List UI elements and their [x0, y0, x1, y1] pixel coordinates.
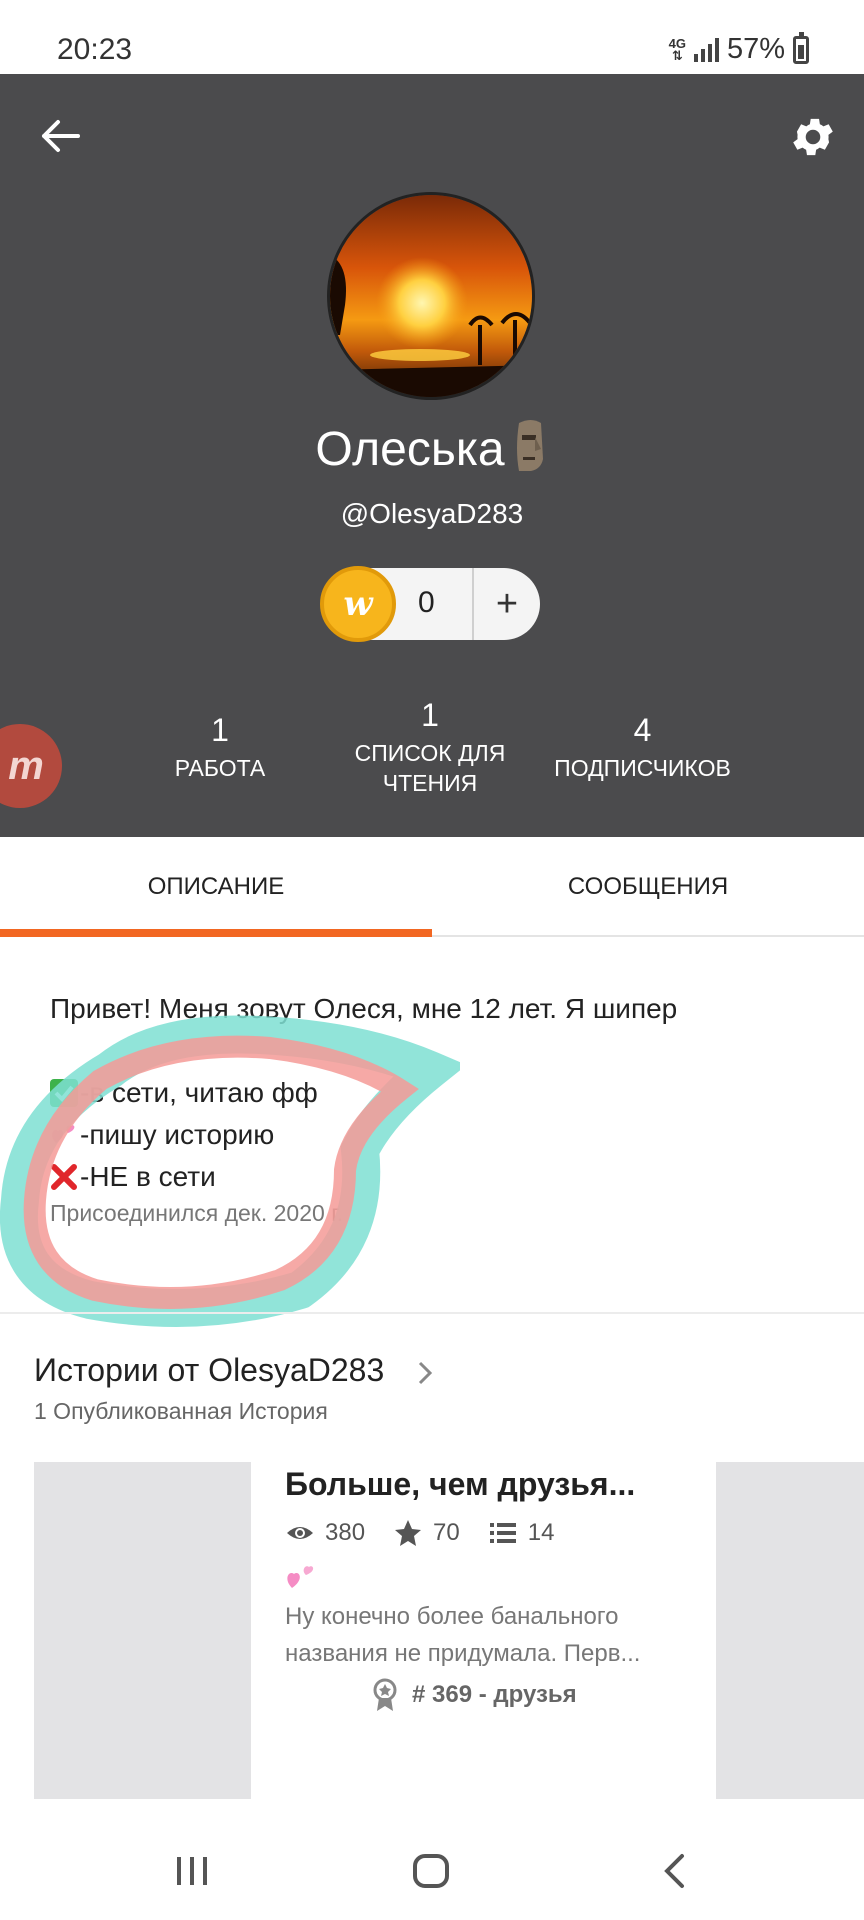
- story-description-line2: названия не придумала. Перв...: [285, 1640, 641, 1667]
- stories-count: 1 Опубликованная История: [34, 1398, 328, 1424]
- stat-followers[interactable]: 4 ПОДПИСЧИКОВ: [535, 712, 750, 783]
- reading-lists-label-line2: ЧТЕНИЯ: [382, 770, 478, 796]
- stat-works[interactable]: 1 РАБОТА: [140, 712, 300, 783]
- battery-icon: [793, 31, 809, 64]
- story-rank[interactable]: # 369 - друзья: [372, 1678, 577, 1712]
- reading-lists-count: 1: [421, 697, 439, 733]
- back-arrow-icon[interactable]: [38, 114, 82, 158]
- two-hearts-emoji-icon: [52, 1125, 75, 1143]
- tab-description[interactable]: ОПИСАНИЕ: [0, 837, 432, 937]
- cross-mark-emoji-icon: [51, 1164, 77, 1190]
- joined-date: Присоединился дек. 2020 г.: [50, 1200, 344, 1226]
- followers-count: 4: [633, 712, 652, 748]
- floating-app-icon[interactable]: m: [0, 724, 62, 808]
- about-line-hidden: [50, 1030, 810, 1072]
- display-name-text: Олеська: [315, 423, 505, 476]
- battery-percent: 57%: [726, 33, 785, 65]
- system-nav-bar: [0, 1800, 864, 1920]
- coin-count: 0: [418, 586, 435, 619]
- story-description-line1: Ну конечно более банального: [285, 1603, 619, 1630]
- avatar[interactable]: [327, 192, 535, 400]
- status-time: 20:23: [57, 33, 133, 66]
- about-offline-text: -НЕ в сети: [80, 1161, 216, 1192]
- star-icon: [395, 1520, 422, 1546]
- works-label: РАБОТА: [174, 755, 266, 781]
- recent-apps-icon[interactable]: [175, 1855, 209, 1887]
- story-title[interactable]: Больше, чем друзья...: [285, 1466, 635, 1503]
- story-rank-text: # 369 - друзья: [412, 1681, 577, 1708]
- story-cover[interactable]: [34, 1462, 251, 1799]
- story-parts: 14: [527, 1519, 555, 1546]
- section-divider: [0, 1312, 864, 1314]
- list-icon: [489, 1523, 516, 1543]
- story-stats: 380 70 14: [285, 1518, 582, 1548]
- story-reads: 380: [325, 1519, 366, 1546]
- stat-reading-lists[interactable]: 1 СПИСОК ДЛЯ ЧТЕНИЯ: [330, 697, 530, 798]
- story-votes: 70: [433, 1519, 460, 1546]
- tab-messages[interactable]: СООБЩЕНИЯ: [432, 837, 864, 937]
- works-count: 1: [211, 712, 229, 748]
- stories-section-title[interactable]: Истории от OlesyaD283: [34, 1352, 384, 1389]
- coin-icon: w: [320, 566, 396, 642]
- active-tab-indicator: [0, 929, 432, 937]
- followers-label: ПОДПИСЧИКОВ: [554, 755, 731, 781]
- award-ribbon-icon: [373, 1678, 397, 1711]
- status-indicators: 4G ⇅ 57%: [668, 31, 809, 66]
- signal-icon: [693, 37, 719, 62]
- story-description: Ну конечно более банального названия не …: [285, 1598, 680, 1672]
- profile-tabs: ОПИСАНИЕ СООБЩЕНИЯ: [0, 837, 864, 937]
- network-4g-icon: 4G ⇅: [668, 35, 686, 63]
- about-line-intro: Привет! Меня зовут Олеся, мне 12 лет. Я …: [50, 993, 678, 1024]
- coin-wallet[interactable]: w 0 +: [320, 566, 540, 642]
- about-text: Привет! Меня зовут Олеся, мне 12 лет. Я …: [50, 988, 810, 1198]
- moai-emoji-icon: [516, 420, 543, 471]
- about-line-offline: -НЕ в сети: [50, 1156, 810, 1198]
- about-writing-text: -пишу историю: [80, 1119, 275, 1150]
- username: @OlesyaD283: [340, 498, 524, 529]
- check-mark-emoji-icon: [50, 1079, 78, 1107]
- nav-back-icon[interactable]: [662, 1853, 686, 1889]
- about-line-writing: -пишу историю: [50, 1114, 810, 1156]
- status-bar: 20:23 4G ⇅ 57%: [0, 0, 864, 74]
- about-online-text: -в сети, читаю фф: [80, 1077, 318, 1108]
- two-hearts-emoji-icon: [287, 1566, 314, 1588]
- gear-icon[interactable]: [788, 112, 838, 162]
- avatar-sunset-image: [330, 195, 532, 397]
- reading-lists-label-line1: СПИСОК ДЛЯ: [354, 740, 506, 766]
- display-name: Олеська: [0, 419, 864, 477]
- eye-icon: [287, 1527, 313, 1539]
- add-coins-button[interactable]: +: [474, 568, 540, 640]
- chevron-right-icon[interactable]: [415, 1358, 435, 1388]
- next-story-cover[interactable]: [716, 1462, 864, 1799]
- about-line-online: -в сети, читаю фф: [50, 1072, 810, 1114]
- home-icon[interactable]: [412, 1853, 450, 1889]
